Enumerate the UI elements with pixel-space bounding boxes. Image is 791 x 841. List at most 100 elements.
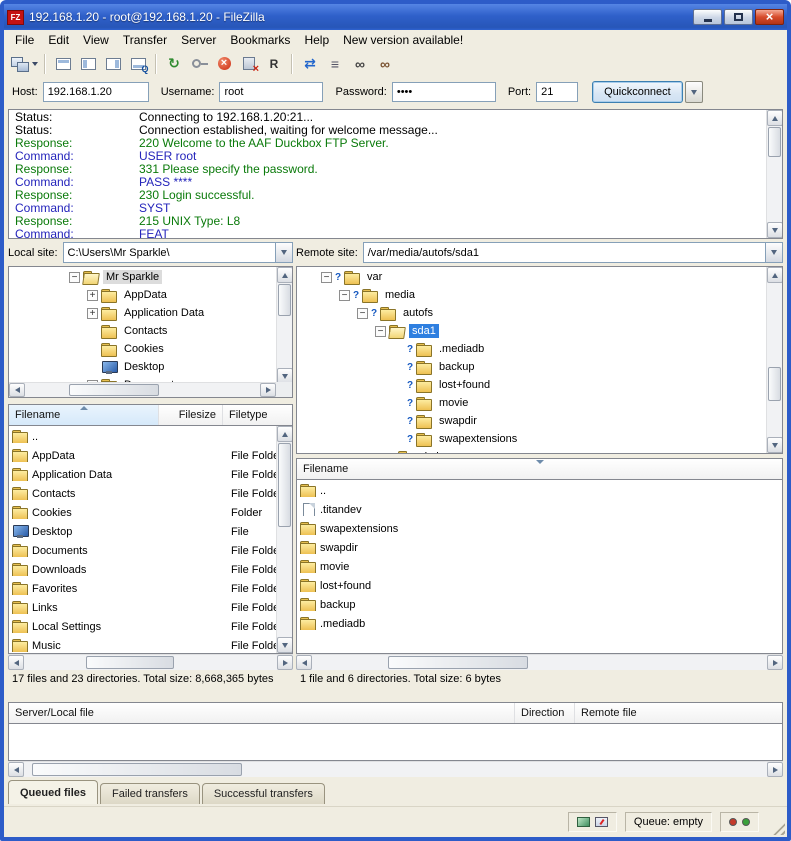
resize-grip[interactable]	[772, 822, 785, 835]
tree-item[interactable]: Contacts	[9, 322, 276, 340]
tree-expander-minus-icon[interactable]	[321, 272, 332, 283]
transfer-activity-icon[interactable]	[577, 817, 590, 827]
tree-expander-plus-icon[interactable]	[87, 308, 98, 319]
file-row[interactable]: ..	[297, 481, 782, 500]
host-input[interactable]	[43, 82, 149, 102]
menu-item-bookmarks[interactable]: Bookmarks	[223, 31, 297, 49]
message-log-scrollbar[interactable]	[766, 110, 782, 238]
tab-failed-transfers[interactable]: Failed transfers	[100, 783, 200, 804]
tree-item[interactable]: swapextensions	[297, 430, 766, 448]
tree-item[interactable]: autofs	[297, 304, 766, 322]
refresh-button[interactable]	[162, 52, 186, 75]
tree-expander-plus-icon[interactable]	[87, 290, 98, 301]
scroll-right-button[interactable]	[767, 655, 783, 670]
filter-button[interactable]	[323, 52, 347, 75]
cancel-button[interactable]	[212, 52, 236, 75]
scroll-up-button[interactable]	[277, 267, 293, 283]
toggle-message-log-button[interactable]	[51, 52, 75, 75]
scrollbar-thumb[interactable]	[768, 367, 781, 401]
minimize-button[interactable]	[693, 9, 722, 25]
toggle-local-tree-button[interactable]	[76, 52, 100, 75]
scrollbar-thumb[interactable]	[278, 443, 291, 527]
file-row[interactable]: ContactsFile Folder	[9, 484, 276, 503]
local-tree-vscrollbar[interactable]	[276, 267, 292, 384]
tree-item[interactable]: swapdir	[297, 412, 766, 430]
file-row[interactable]: Local SettingsFile Folder	[9, 617, 276, 636]
file-row[interactable]: .mediadb	[297, 614, 782, 633]
remote-tree-vscrollbar[interactable]	[766, 267, 782, 453]
title-bar[interactable]: 192.168.1.20 - root@192.168.1.20 - FileZ…	[4, 4, 787, 30]
reconnect-button[interactable]	[262, 52, 286, 75]
file-row[interactable]: AppDataFile Folder	[9, 446, 276, 465]
combo-dropdown-button[interactable]	[765, 243, 782, 262]
file-row[interactable]: ..	[9, 427, 276, 446]
maximize-button[interactable]	[724, 9, 753, 25]
scroll-right-button[interactable]	[277, 655, 293, 670]
menu-item-new-version-available[interactable]: New version available!	[336, 31, 470, 49]
menu-item-help[interactable]: Help	[297, 31, 336, 49]
tree-expander-minus-icon[interactable]	[375, 326, 386, 337]
scrollbar-thumb[interactable]	[388, 656, 528, 669]
column-header-filename[interactable]: Filename	[9, 405, 159, 425]
tab-queued-files[interactable]: Queued files	[8, 780, 98, 804]
scroll-down-button[interactable]	[767, 222, 783, 238]
tree-item[interactable]: dvd	[297, 448, 766, 453]
menu-item-server[interactable]: Server	[174, 31, 223, 49]
local-list-vscrollbar[interactable]	[276, 426, 292, 653]
tree-item[interactable]: Application Data	[9, 304, 276, 322]
scroll-right-button[interactable]	[767, 762, 783, 777]
scrollbar-thumb[interactable]	[86, 656, 174, 669]
file-row[interactable]: backup	[297, 595, 782, 614]
remote-list-hscrollbar[interactable]	[296, 654, 783, 670]
tree-item[interactable]: .mediadb	[297, 340, 766, 358]
file-row[interactable]: lost+found	[297, 576, 782, 595]
quickconnect-dropdown-button[interactable]	[685, 81, 703, 103]
column-header-filetype[interactable]: Filetype	[223, 405, 292, 425]
scroll-up-button[interactable]	[767, 267, 783, 283]
speed-limits-icon[interactable]	[595, 817, 608, 827]
tree-item[interactable]: lost+found	[297, 376, 766, 394]
file-row[interactable]: DocumentsFile Folder	[9, 541, 276, 560]
column-header-direction[interactable]: Direction	[515, 703, 575, 723]
directory-comparison-button[interactable]	[348, 52, 372, 75]
menu-item-transfer[interactable]: Transfer	[116, 31, 174, 49]
password-input[interactable]	[392, 82, 496, 102]
tree-expander-minus-icon[interactable]	[357, 308, 368, 319]
toggle-queue-button[interactable]	[126, 52, 150, 75]
scrollbar-thumb[interactable]	[278, 284, 291, 316]
local-site-combo[interactable]: C:\Users\Mr Sparkle\	[63, 242, 293, 263]
site-manager-dropdown-icon[interactable]	[32, 62, 38, 69]
tree-item[interactable]: Cookies	[9, 340, 276, 358]
scroll-down-button[interactable]	[277, 637, 293, 653]
scroll-down-button[interactable]	[767, 437, 783, 453]
tree-item[interactable]: movie	[297, 394, 766, 412]
tree-item[interactable]: sda1	[297, 322, 766, 340]
site-manager-button[interactable]	[10, 52, 39, 75]
file-row[interactable]: Application DataFile Folder	[9, 465, 276, 484]
disconnect-button[interactable]	[237, 52, 261, 75]
menu-item-view[interactable]: View	[76, 31, 116, 49]
file-row[interactable]: .titandev	[297, 500, 782, 519]
menu-item-file[interactable]: File	[8, 31, 41, 49]
file-row[interactable]: DesktopFile	[9, 522, 276, 541]
tree-item[interactable]: var	[297, 268, 766, 286]
close-button[interactable]	[755, 9, 784, 25]
combo-dropdown-button[interactable]	[275, 243, 292, 262]
tab-successful-transfers[interactable]: Successful transfers	[202, 783, 325, 804]
scroll-left-button[interactable]	[8, 655, 24, 670]
file-row[interactable]: swapextensions	[297, 519, 782, 538]
column-header-filename[interactable]: Filename	[297, 459, 782, 479]
file-row[interactable]: MusicFile Folder	[9, 636, 276, 653]
tree-expander-minus-icon[interactable]	[69, 272, 80, 283]
scroll-right-button[interactable]	[260, 383, 276, 397]
scroll-up-button[interactable]	[277, 426, 293, 442]
file-row[interactable]: DownloadsFile Folder	[9, 560, 276, 579]
process-queue-button[interactable]	[187, 52, 211, 75]
scrollbar-thumb[interactable]	[768, 127, 781, 157]
column-header-filesize[interactable]: Filesize	[159, 405, 223, 425]
file-row[interactable]: movie	[297, 557, 782, 576]
tree-item[interactable]: Mr Sparkle	[9, 268, 276, 286]
port-input[interactable]	[536, 82, 578, 102]
menu-item-edit[interactable]: Edit	[41, 31, 76, 49]
username-input[interactable]	[219, 82, 323, 102]
